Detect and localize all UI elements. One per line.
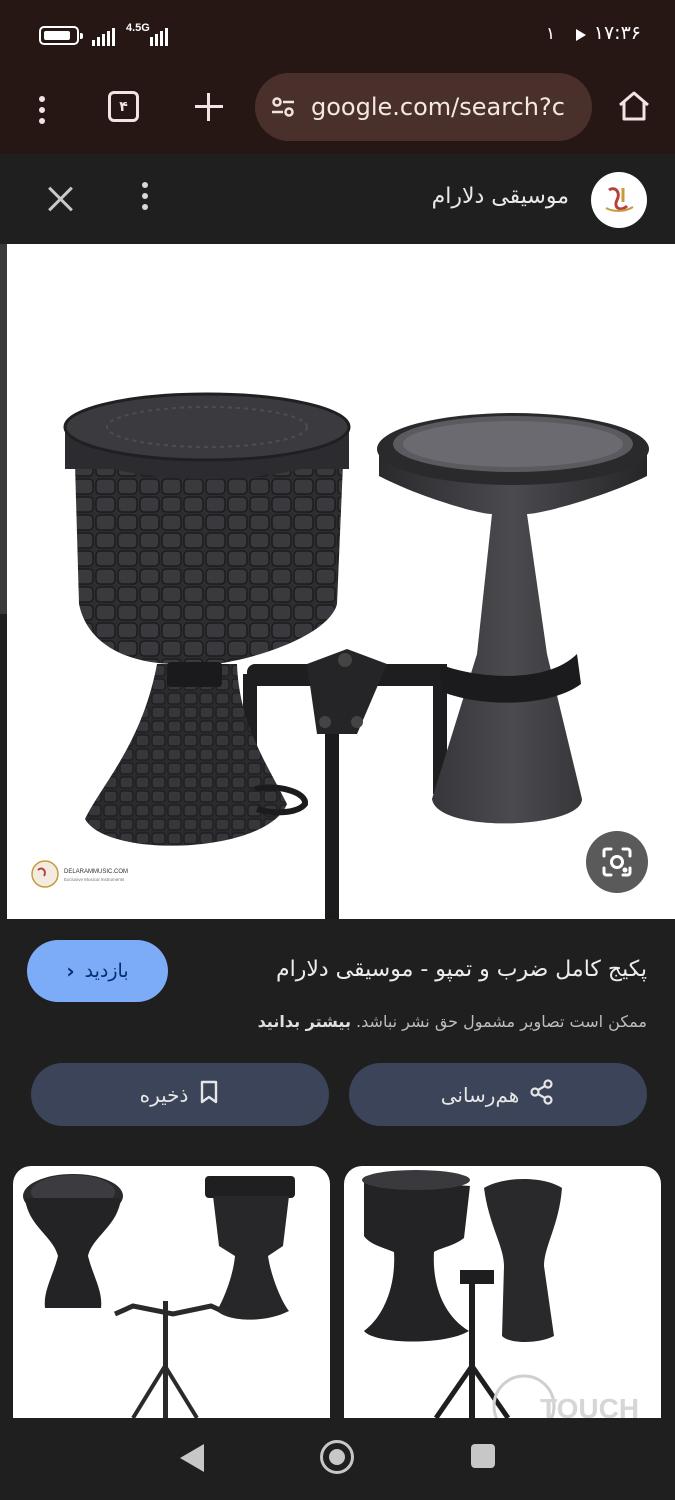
close-icon[interactable] bbox=[46, 184, 76, 214]
lens-icon bbox=[602, 847, 632, 877]
signal-icon-2 bbox=[150, 26, 168, 46]
browser-toolbar: ۴ google.com/search?c bbox=[0, 70, 675, 154]
notification-count: ۱ bbox=[546, 24, 556, 44]
related-image-thumbnail[interactable]: TOUCH bbox=[344, 1166, 661, 1418]
share-button[interactable]: هم‌رسانی bbox=[349, 1063, 647, 1126]
back-icon[interactable] bbox=[180, 1444, 204, 1472]
site-logo bbox=[591, 172, 647, 228]
site-settings-icon[interactable] bbox=[269, 93, 297, 121]
new-tab-icon[interactable] bbox=[193, 91, 225, 123]
browser-menu-icon[interactable] bbox=[26, 90, 58, 130]
signal-icon bbox=[92, 26, 115, 46]
recents-icon[interactable] bbox=[471, 1444, 495, 1468]
media-play-icon bbox=[576, 29, 586, 41]
thumbnail-watermark: TOUCH bbox=[540, 1393, 639, 1418]
save-button[interactable]: ذخیره bbox=[31, 1063, 329, 1126]
url-bar[interactable]: google.com/search?c bbox=[255, 73, 592, 141]
share-icon bbox=[529, 1079, 555, 1110]
copyright-text: ممکن است تصاویر مشمول حق نشر نباشد. bbox=[356, 1012, 647, 1031]
related-image-thumbnail[interactable] bbox=[13, 1166, 330, 1418]
visit-label: بازدید bbox=[84, 960, 129, 982]
url-text: google.com/search?c bbox=[311, 93, 565, 121]
site-name[interactable]: موسیقی دلارام bbox=[432, 184, 569, 209]
result-title[interactable]: پکیج کامل ضرب و تمپو - موسیقی دلارام bbox=[276, 957, 647, 982]
bookmark-icon bbox=[198, 1079, 220, 1110]
system-nav-bar bbox=[0, 1418, 675, 1500]
home-nav-icon[interactable] bbox=[320, 1440, 354, 1474]
tab-switcher-button[interactable]: ۴ bbox=[108, 91, 139, 122]
copyright-note: ممکن است تصاویر مشمول حق نشر نباشد. بیشت… bbox=[258, 1012, 647, 1031]
status-time: ۱۷:۳۶ bbox=[593, 22, 641, 44]
network-type: 4.5G bbox=[126, 22, 150, 34]
learn-more-link[interactable]: بیشتر بدانید bbox=[258, 1012, 351, 1031]
watermark-subtext: Exclusive Musical Instruments bbox=[64, 877, 125, 882]
status-bar: 4.5G ۱ ۱۷:۳۶ bbox=[0, 0, 675, 70]
visit-button[interactable]: بازدید ‹ bbox=[27, 940, 168, 1002]
save-label: ذخیره bbox=[139, 1082, 189, 1107]
main-product-image[interactable]: DELARAMMUSIC.COM Exclusive Musical Instr… bbox=[7, 244, 675, 919]
share-label: هم‌رسانی bbox=[440, 1082, 520, 1107]
panel-header: موسیقی دلارام bbox=[0, 154, 675, 244]
watermark-text: DELARAMMUSIC.COM bbox=[64, 869, 128, 875]
google-lens-button[interactable] bbox=[586, 831, 648, 893]
battery-icon bbox=[39, 26, 83, 45]
home-icon[interactable] bbox=[616, 88, 652, 124]
chevron-left-icon: ‹ bbox=[66, 959, 75, 983]
more-options-icon[interactable] bbox=[135, 182, 155, 218]
